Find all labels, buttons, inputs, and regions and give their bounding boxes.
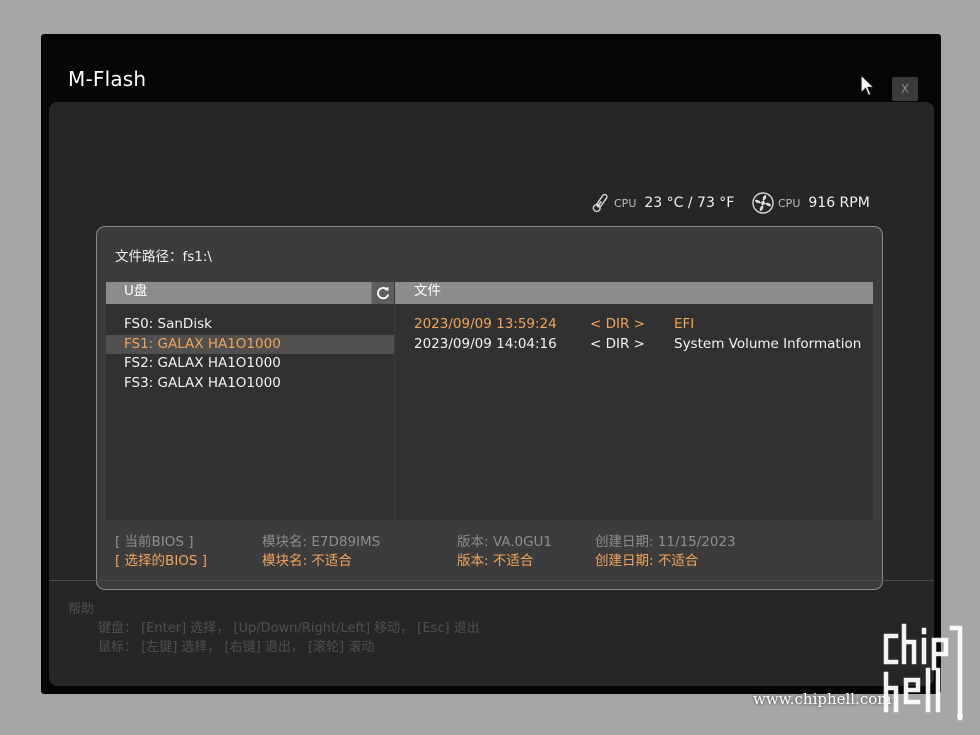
refresh-button[interactable] xyxy=(371,282,394,304)
files-pane-header: 文件 xyxy=(395,282,873,304)
mouse-cursor-icon xyxy=(860,74,876,97)
file-row[interactable]: 2023/09/09 14:04:16 < DIR > System Volum… xyxy=(395,335,873,355)
thermometer-icon xyxy=(592,193,608,213)
fan-icon xyxy=(752,192,774,214)
file-type: < DIR > xyxy=(590,335,645,352)
file-row-selected[interactable]: 2023/09/09 13:59:24 < DIR > EFI xyxy=(395,315,873,335)
help-divider xyxy=(49,580,934,581)
window-title: M-Flash xyxy=(68,67,147,91)
drive-item-selected[interactable]: FS1: GALAX HA1O1000 xyxy=(106,334,394,354)
help-title: 帮助 xyxy=(68,602,95,617)
drive-item[interactable]: FS3: GALAX HA1O1000 xyxy=(106,374,394,394)
file-name: EFI xyxy=(674,316,695,332)
refresh-icon xyxy=(377,286,390,300)
file-path: 文件路径：fs1:\ xyxy=(115,249,212,265)
usb-pane-title: U盘 xyxy=(124,283,148,299)
cpu-fan-speed: CPU 916 RPM xyxy=(752,192,870,214)
cpu-fan-value: 916 RPM xyxy=(808,195,870,211)
help-mouse: 鼠标： [左键] 选择， [右键] 退出， [滚轮] 滚动 xyxy=(98,640,375,655)
close-button[interactable]: X xyxy=(892,77,918,101)
current-bios-date: 创建日期: 11/15/2023 xyxy=(595,534,736,550)
current-bios-version: 版本: VA.0GU1 xyxy=(457,534,553,550)
current-bios-label: [ 当前BIOS ] xyxy=(115,534,194,550)
selected-bios-date: 创建日期: 不适合 xyxy=(595,553,699,569)
mflash-window: M-Flash X CPU 23 °C / 73 °F CPU 916 RPM … xyxy=(41,34,941,694)
flash-dialog: 文件路径：fs1:\ U盘 FS0: SanDisk FS1: GALAX HA… xyxy=(96,226,883,590)
current-bios-info: [ 当前BIOS ] 模块名: E7D89IMS 版本: VA.0GU1 创建日… xyxy=(115,530,875,550)
file-date: 2023/09/09 14:04:16 xyxy=(414,335,557,352)
file-name: System Volume Information xyxy=(674,335,862,352)
cpu-temp-value: 23 °C / 73 °F xyxy=(644,195,735,211)
usb-pane-header: U盘 xyxy=(106,282,394,304)
main-panel: CPU 23 °C / 73 °F CPU 916 RPM 文件路径：fs1:\… xyxy=(49,102,934,686)
file-type: < DIR > xyxy=(590,316,645,332)
file-browser-pane: 文件 2023/09/09 13:59:24 < DIR > EFI 2023/… xyxy=(395,282,873,520)
cpu-fan-label: CPU xyxy=(778,196,801,210)
cpu-temperature: CPU 23 °C / 73 °F xyxy=(590,192,734,214)
drive-item[interactable]: FS2: GALAX HA1O1000 xyxy=(106,354,394,374)
current-bios-module: 模块名: E7D89IMS xyxy=(262,534,381,550)
selected-bios-info: [ 选择的BIOS ] 模块名: 不适合 版本: 不适合 创建日期: 不适合 xyxy=(115,549,875,569)
watermark-url: www.chiphell.com xyxy=(753,690,892,708)
drive-list: FS0: SanDisk FS1: GALAX HA1O1000 FS2: GA… xyxy=(106,315,394,393)
files-pane-title: 文件 xyxy=(414,283,441,299)
selected-bios-version: 版本: 不适合 xyxy=(457,553,534,569)
help-keyboard: 键盘： [Enter] 选择， [Up/Down/Right/Left] 移动，… xyxy=(98,621,480,636)
drive-item[interactable]: FS0: SanDisk xyxy=(106,315,394,335)
file-list: 2023/09/09 13:59:24 < DIR > EFI 2023/09/… xyxy=(395,315,873,354)
cpu-temp-label: CPU xyxy=(614,196,637,210)
usb-drive-pane: U盘 FS0: SanDisk FS1: GALAX HA1O1000 FS2:… xyxy=(106,282,394,520)
selected-bios-module: 模块名: 不适合 xyxy=(262,553,352,569)
file-date: 2023/09/09 13:59:24 xyxy=(414,316,557,332)
chiphell-logo-icon xyxy=(883,623,963,721)
selected-bios-label: [ 选择的BIOS ] xyxy=(115,553,208,569)
